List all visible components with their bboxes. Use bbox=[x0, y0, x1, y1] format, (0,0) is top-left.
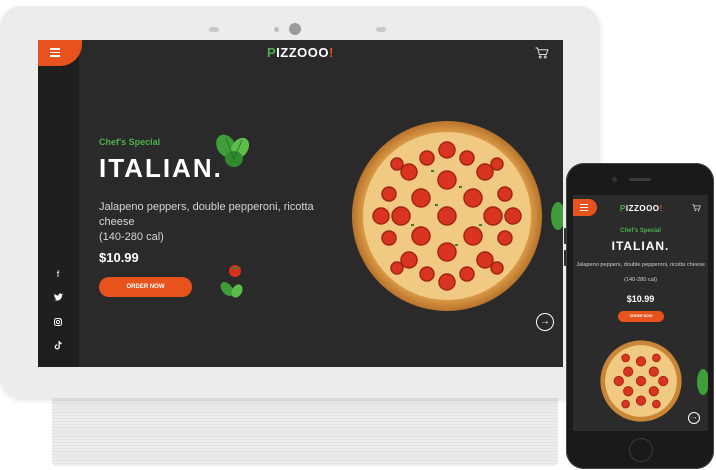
phone-home-button bbox=[629, 438, 653, 462]
phone-front-camera bbox=[612, 177, 617, 182]
phone-brand-logo[interactable]: PIZZOOO! bbox=[620, 204, 663, 213]
phone-menu-button[interactable] bbox=[573, 199, 597, 216]
dish-description: Jalapeno peppers, double pepperoni, rico… bbox=[99, 201, 314, 228]
dish-price: $10.99 bbox=[99, 250, 139, 265]
cart-icon[interactable] bbox=[535, 47, 549, 59]
arrow-right-icon: → bbox=[690, 414, 698, 421]
tomato-basil-image bbox=[220, 265, 243, 298]
arrow-right-icon: → bbox=[540, 316, 550, 327]
tablet-screen: f PIZZOOO! Chef's Special ITALIAN. Jalap… bbox=[38, 40, 563, 367]
basil-leaf-image bbox=[697, 369, 708, 395]
next-slide-button[interactable]: → bbox=[688, 412, 700, 424]
phone-speaker bbox=[629, 178, 651, 181]
dish-calories: (140-280 cal) bbox=[99, 231, 164, 243]
chefs-special-label: Chef's Special bbox=[99, 137, 161, 147]
brand-logo[interactable]: PIZZOOO! bbox=[267, 45, 334, 60]
basil-leaf-edge-image bbox=[551, 202, 563, 230]
phone-screen: PIZZOOO! Chef's Special ITALIAN. Jalapen… bbox=[573, 195, 708, 431]
sensor-dot bbox=[274, 27, 279, 32]
dish-description: Jalapeno peppers, double pepperoni, rico… bbox=[576, 262, 705, 268]
tiktok-icon[interactable] bbox=[51, 340, 65, 354]
basil-leaf-image bbox=[216, 134, 250, 167]
dish-calories: (140-280 cal) bbox=[624, 277, 657, 283]
dish-price: $10.99 bbox=[626, 294, 655, 304]
pizza-image bbox=[600, 340, 682, 422]
cart-icon[interactable] bbox=[692, 204, 701, 212]
order-now-button[interactable]: ORDER NOW bbox=[99, 277, 192, 297]
sensor-left bbox=[209, 27, 219, 32]
social-sidebar: f bbox=[38, 40, 79, 367]
sensor-right bbox=[376, 27, 386, 32]
dish-title: ITALIAN. bbox=[99, 153, 223, 183]
instagram-icon[interactable] bbox=[51, 316, 65, 330]
facebook-icon[interactable]: f bbox=[51, 267, 65, 281]
display-stand bbox=[52, 392, 558, 466]
camera-lens bbox=[289, 23, 301, 35]
chefs-special-label: Chef's Special bbox=[620, 228, 661, 234]
twitter-icon[interactable] bbox=[51, 291, 65, 305]
order-now-button[interactable]: ORDER NOW bbox=[618, 311, 664, 322]
pizza-image bbox=[352, 121, 542, 311]
next-slide-button[interactable]: → bbox=[536, 313, 554, 331]
dish-title: ITALIAN. bbox=[611, 239, 670, 253]
